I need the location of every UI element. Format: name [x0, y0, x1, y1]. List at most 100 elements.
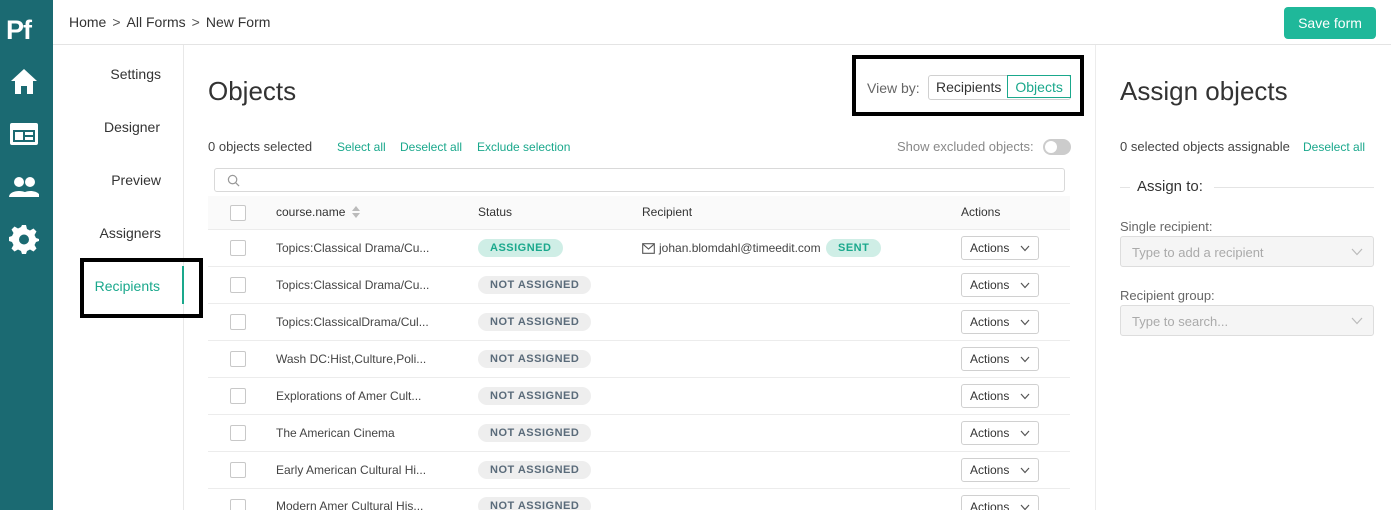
divider [1120, 187, 1130, 188]
row-actions-dropdown[interactable]: Actions [961, 384, 1039, 408]
gear-icon[interactable] [9, 224, 39, 254]
subnav-item-settings[interactable]: Settings [110, 66, 161, 82]
view-by-recipients[interactable]: Recipients [929, 76, 1008, 99]
search-icon [227, 174, 240, 187]
toggle-knob [1045, 141, 1057, 153]
row-checkbox[interactable] [230, 277, 246, 293]
assignable-count: 0 selected objects assignable [1120, 139, 1290, 154]
chevron-down-icon [1020, 504, 1030, 510]
breadcrumb-separator: > [191, 14, 200, 30]
breadcrumb-separator: > [112, 14, 121, 30]
single-recipient-placeholder: Type to add a recipient [1132, 245, 1264, 260]
status-badge: NOT ASSIGNED [478, 497, 592, 510]
show-excluded-toggle[interactable] [1043, 139, 1071, 155]
row-checkbox[interactable] [230, 499, 246, 510]
table-row[interactable]: The American Cinema NOT ASSIGNED Actions [208, 415, 1070, 452]
row-course-name: Topics:Classical Drama/Cu... [276, 241, 430, 255]
table-row[interactable]: Topics:Classical Drama/Cu... NOT ASSIGNE… [208, 267, 1070, 304]
recipient-group-placeholder: Type to search... [1132, 314, 1229, 329]
row-course-name: Early American Cultural Hi... [276, 463, 427, 477]
breadcrumb-home[interactable]: Home [69, 14, 106, 30]
table-header: course.name Status Recipient Actions [208, 196, 1070, 230]
table-row[interactable]: Wash DC:Hist,Culture,Poli... NOT ASSIGNE… [208, 341, 1070, 378]
row-checkbox[interactable] [230, 425, 246, 441]
row-course-name: Topics:ClassicalDrama/Cul... [276, 315, 429, 329]
table-row[interactable]: Modern Amer Cultural His... NOT ASSIGNED… [208, 489, 1070, 510]
column-recipient: Recipient [642, 205, 693, 219]
select-all-checkbox[interactable] [230, 205, 246, 221]
chevron-down-icon [1020, 245, 1030, 252]
select-all-link[interactable]: Select all [337, 140, 386, 154]
chevron-down-icon [1020, 319, 1030, 326]
row-actions-dropdown[interactable]: Actions [961, 458, 1039, 482]
row-checkbox[interactable] [230, 388, 246, 404]
assign-deselect-all-link[interactable]: Deselect all [1303, 140, 1365, 154]
show-excluded-label: Show excluded objects: [897, 139, 1034, 154]
users-icon[interactable] [9, 172, 39, 202]
actions-label: Actions [970, 463, 1010, 477]
table-row[interactable]: Early American Cultural Hi... NOT ASSIGN… [208, 452, 1070, 489]
form-icon[interactable] [9, 119, 39, 149]
row-checkbox[interactable] [230, 240, 246, 256]
actions-label: Actions [970, 278, 1010, 292]
table-row[interactable]: Topics:Classical Drama/Cu... ASSIGNED jo… [208, 230, 1070, 267]
recipient-group-label: Recipient group: [1120, 288, 1215, 303]
recipient-group-select[interactable]: Type to search... [1120, 305, 1374, 336]
search-input[interactable] [214, 168, 1065, 192]
subnav-item-preview[interactable]: Preview [111, 172, 161, 188]
row-checkbox[interactable] [230, 351, 246, 367]
column-actions: Actions [961, 205, 1001, 219]
chevron-down-icon [1351, 248, 1363, 256]
app-rail: Pf [0, 0, 53, 510]
row-checkbox[interactable] [230, 462, 246, 478]
subnav-item-designer[interactable]: Designer [104, 119, 160, 135]
actions-label: Actions [970, 500, 1010, 510]
row-course-name: Explorations of Amer Cult... [276, 389, 422, 403]
assign-to-heading: Assign to: [1137, 178, 1203, 195]
row-actions-dropdown[interactable]: Actions [961, 347, 1039, 371]
row-actions-dropdown[interactable]: Actions [961, 421, 1039, 445]
chevron-down-icon [1020, 467, 1030, 474]
sort-icon[interactable] [351, 205, 361, 219]
highlight-box-recipients [80, 258, 203, 318]
divider [1214, 187, 1374, 188]
row-checkbox[interactable] [230, 314, 246, 330]
status-badge: NOT ASSIGNED [478, 276, 592, 294]
save-form-button[interactable]: Save form [1284, 7, 1376, 39]
actions-label: Actions [970, 426, 1010, 440]
status-badge: NOT ASSIGNED [478, 461, 592, 479]
actions-label: Actions [970, 389, 1010, 403]
single-recipient-select[interactable]: Type to add a recipient [1120, 236, 1374, 267]
breadcrumb-current: New Form [205, 14, 271, 30]
row-actions-dropdown[interactable]: Actions [961, 310, 1039, 334]
page-title: Objects [208, 76, 297, 106]
deselect-all-link[interactable]: Deselect all [400, 140, 462, 154]
column-status: Status [478, 205, 513, 219]
status-badge: NOT ASSIGNED [478, 313, 592, 331]
chevron-down-icon [1020, 282, 1030, 289]
table-row[interactable]: Explorations of Amer Cult... NOT ASSIGNE… [208, 378, 1070, 415]
table-row[interactable]: Topics:ClassicalDrama/Cul... NOT ASSIGNE… [208, 304, 1070, 341]
exclude-selection-link[interactable]: Exclude selection [477, 140, 570, 154]
recipient-email: johan.blomdahl@timeedit.com [642, 241, 821, 255]
row-course-name: Topics:Classical Drama/Cu... [276, 278, 430, 292]
chevron-down-icon [1020, 430, 1030, 437]
column-course-name[interactable]: course.name [276, 205, 345, 219]
chevron-down-icon [1020, 393, 1030, 400]
breadcrumb: Home > All Forms > New Form [69, 14, 270, 30]
home-icon[interactable] [9, 66, 39, 96]
mail-icon [642, 242, 655, 254]
status-badge: NOT ASSIGNED [478, 387, 592, 405]
recipient-email-text: johan.blomdahl@timeedit.com [659, 241, 821, 255]
status-badge: ASSIGNED [478, 239, 564, 257]
actions-label: Actions [970, 315, 1010, 329]
top-bar: Home > All Forms > New Form Save form [53, 0, 1391, 45]
subnav-item-assigners[interactable]: Assigners [100, 225, 161, 241]
row-actions-dropdown[interactable]: Actions [961, 236, 1039, 260]
breadcrumb-all-forms[interactable]: All Forms [127, 14, 186, 30]
app-logo[interactable]: Pf [6, 17, 32, 44]
row-actions-dropdown[interactable]: Actions [961, 495, 1039, 510]
view-by-objects[interactable]: Objects [1007, 75, 1071, 98]
view-by-toggle: Recipients Objects [928, 75, 1071, 100]
row-actions-dropdown[interactable]: Actions [961, 273, 1039, 297]
